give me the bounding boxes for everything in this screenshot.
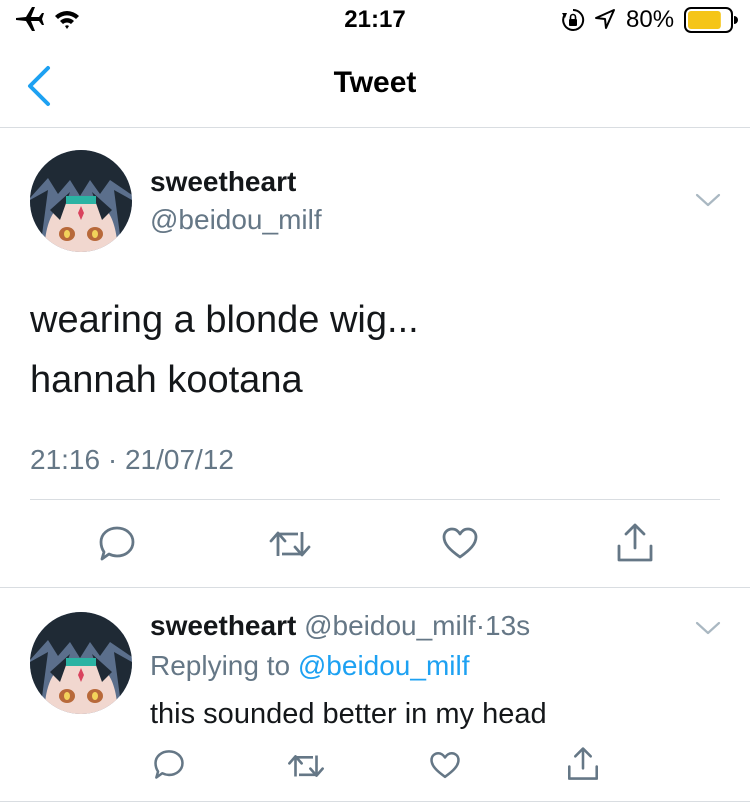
page-title: Tweet (333, 66, 417, 99)
battery-percent: 80% (626, 6, 675, 33)
reply-icon[interactable] (98, 524, 136, 562)
avatar[interactable] (30, 612, 132, 714)
main-tweet: sweetheart @beidou_milf wearing a blonde… (0, 128, 750, 588)
battery-icon (684, 7, 738, 33)
mention-link[interactable]: @beidou_milf (298, 650, 470, 681)
divider (30, 499, 720, 500)
replying-prefix: Replying to (150, 650, 298, 681)
replying-to: Replying to @beidou_milf (150, 650, 470, 682)
display-name[interactable]: sweetheart (150, 166, 296, 198)
status-bar: 21:17 80% (0, 0, 750, 40)
tweet-text-line: wearing a blonde wig... (30, 299, 419, 341)
share-icon[interactable] (565, 746, 601, 782)
nav-bar: Tweet (0, 40, 750, 128)
like-icon[interactable] (441, 526, 479, 560)
reply-icon[interactable] (153, 748, 185, 780)
chevron-down-icon[interactable] (694, 618, 722, 638)
separator-dot: · (475, 610, 486, 641)
avatar[interactable] (30, 150, 132, 252)
retweet-icon[interactable] (268, 528, 312, 560)
user-handle[interactable]: @beidou_milf (150, 204, 322, 236)
tweet-text: this sounded better in my head (150, 698, 547, 730)
tweet-timestamp[interactable]: 21:16 · 21/07/12 (30, 444, 234, 476)
share-icon[interactable] (615, 522, 655, 564)
location-icon (595, 9, 615, 29)
chevron-down-icon[interactable] (694, 190, 722, 210)
retweet-icon[interactable] (286, 752, 326, 780)
reply-time: 13s (485, 610, 531, 641)
reply-tweet[interactable]: sweetheart @beidou_milf·13s Replying to … (0, 588, 750, 802)
display-name[interactable]: sweetheart (150, 610, 296, 641)
like-icon[interactable] (429, 750, 461, 780)
tweet-text: wearing a blonde wig... hannah kootana (30, 290, 419, 410)
tweet-text-line: hannah kootana (30, 359, 303, 401)
reply-header: sweetheart @beidou_milf·13s (150, 610, 530, 642)
orientation-lock-icon (562, 8, 585, 31)
user-handle[interactable]: @beidou_milf (304, 610, 476, 641)
